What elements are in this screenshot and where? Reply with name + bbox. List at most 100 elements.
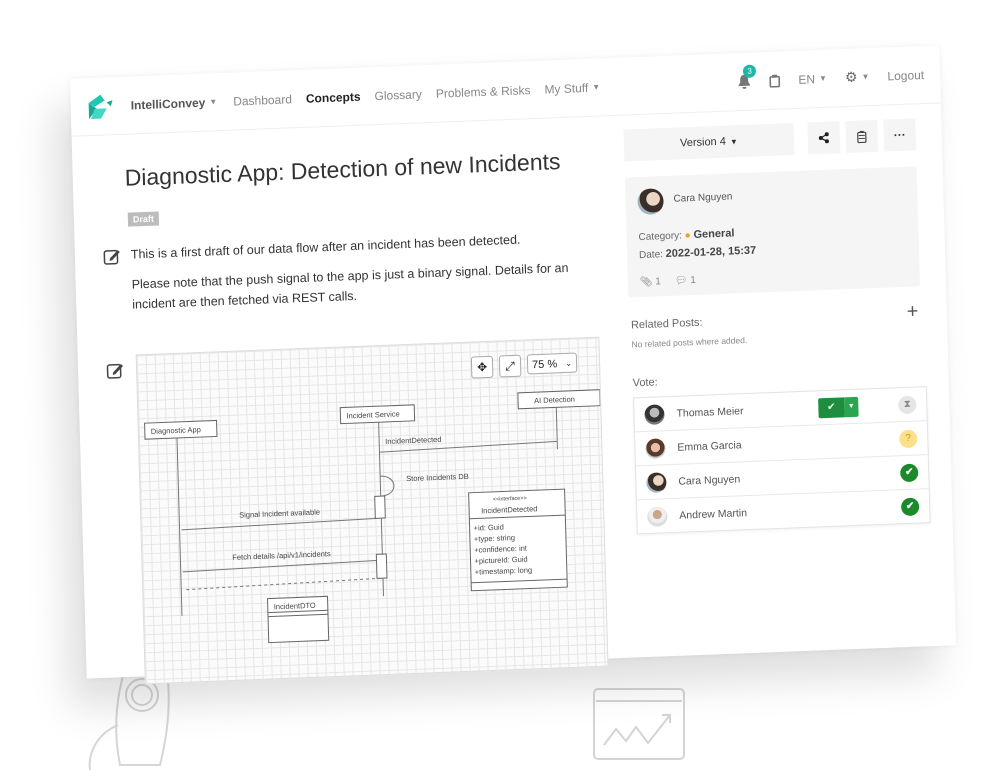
vote-status-approved: ✔: [900, 497, 920, 516]
zoom-select[interactable]: 75 % ⌄: [526, 352, 578, 375]
message-label: Store Incidents DB: [406, 472, 469, 483]
chart-illustration-icon: [593, 688, 685, 760]
post-sidebar: Version 4 ▼ ··· Cara Nguyen Category: ● …: [623, 104, 938, 657]
status-badge: Draft: [127, 211, 160, 227]
voter-avatar: [644, 403, 665, 425]
paperclip-icon: 📎︎: [639, 276, 653, 289]
date-value: 2022-01-28, 15:37: [665, 244, 757, 261]
class-field: +type: string: [474, 533, 515, 544]
message-arrow-signal: [181, 517, 378, 531]
vote-split-button: ✔ ▼: [818, 396, 859, 418]
notification-count-badge: 3: [742, 63, 757, 78]
fullscreen-button[interactable]: ⤢: [498, 354, 522, 378]
language-label: EN: [798, 71, 816, 87]
logout-link[interactable]: Logout: [887, 68, 924, 83]
expand-icon: ⤢: [505, 358, 516, 374]
attachments-value: 1: [655, 276, 662, 288]
edit-diagram-icon[interactable]: [106, 361, 124, 380]
nav-concepts-label: Concepts: [305, 89, 361, 106]
approve-button[interactable]: ✔: [818, 396, 845, 418]
related-posts-empty: No related posts where added.: [631, 334, 748, 350]
vote-list: Thomas Meier ✔ ▼ ⧗ Emma Garcia ? Cara Ng…: [633, 386, 931, 535]
check-icon: ✔: [827, 401, 836, 413]
version-dropdown[interactable]: Version 4 ▼: [623, 123, 795, 162]
brand-label: IntelliConvey: [130, 95, 206, 112]
language-dropdown[interactable]: EN ▼: [798, 71, 828, 87]
author-name[interactable]: Cara Nguyen: [673, 191, 732, 204]
description-paragraph-2: Please note that the push signal to the …: [131, 260, 569, 312]
page-title: Diagnostic App: Detection of new Inciden…: [124, 148, 561, 191]
version-label: Version 4: [679, 135, 727, 150]
archive-button[interactable]: [845, 119, 879, 154]
nav-glossary[interactable]: Glossary: [374, 87, 422, 103]
more-options-button[interactable]: ···: [883, 118, 917, 152]
vote-options-dropdown[interactable]: ▼: [844, 396, 859, 417]
nav-problems-risks[interactable]: Problems & Risks: [436, 83, 531, 101]
message-arrow-return: [183, 577, 382, 591]
nav-my-stuff-label: My Stuff: [544, 80, 589, 97]
voter-avatar: [646, 471, 667, 493]
check-icon: ✔: [905, 500, 915, 513]
nav-right: 3 EN ▼ ⚙ ▼ Logout: [737, 63, 924, 90]
author-avatar[interactable]: [637, 188, 664, 216]
chevron-down-icon: ▼: [818, 73, 828, 84]
nav-dashboard[interactable]: Dashboard: [233, 92, 292, 108]
post-content: Diagnostic App: Detection of new Inciden…: [72, 116, 635, 685]
self-message-arrow: [380, 475, 395, 497]
message-label: Fetch details /api/v1/incidents: [232, 549, 331, 562]
nav-problems-risks-label: Problems & Risks: [435, 82, 531, 101]
share-icon: [818, 132, 829, 144]
vote-status-pending: ⧗: [898, 395, 917, 414]
voter-name: Andrew Martin: [679, 506, 748, 522]
attachments-count[interactable]: 📎︎ 1: [640, 276, 661, 288]
hourglass-icon: ⧗: [903, 398, 911, 411]
post-counts: 📎︎ 1 💬︎ 1: [640, 275, 696, 288]
chevron-down-icon: ▼: [847, 402, 855, 411]
marketing-stage: IntelliConvey ▼ Dashboard Concepts Gloss…: [0, 0, 1000, 770]
nav-glossary-label: Glossary: [374, 86, 423, 103]
message-arrow-fetch: [182, 559, 381, 573]
category-emoji-icon: ●: [684, 230, 691, 242]
class-stereotype: <<interface>>: [493, 496, 527, 503]
category-row: Category: ● General: [638, 227, 734, 243]
date-row: Date: 2022-01-28, 15:37: [639, 245, 756, 261]
clipboard-icon[interactable]: [769, 73, 781, 88]
vote-title: Vote:: [632, 376, 658, 390]
voter-name: Thomas Meier: [676, 404, 744, 420]
share-button[interactable]: [807, 121, 841, 155]
class-field: +id: Guid: [474, 522, 504, 532]
message-label: IncidentDetected: [385, 435, 442, 446]
comments-count[interactable]: 💬︎ 1: [675, 275, 696, 287]
chevron-down-icon: ▼: [209, 97, 218, 107]
comment-icon: 💬︎: [674, 275, 688, 287]
vote-status-approved: ✔: [899, 463, 919, 482]
diagram-canvas[interactable]: Diagnostic App Incident Service AI Detec…: [135, 336, 609, 685]
voter-avatar: [647, 505, 668, 527]
category-label: Category:: [638, 230, 683, 244]
diagram-toolbar: ✥ ⤢ 75 % ⌄: [470, 352, 578, 379]
chevron-down-icon: ▼: [861, 72, 870, 82]
add-related-post-icon[interactable]: +: [906, 300, 918, 323]
voter-avatar: [645, 437, 666, 459]
nav-dashboard-label: Dashboard: [233, 91, 293, 109]
date-label: Date:: [638, 249, 664, 262]
nav-my-stuff[interactable]: My Stuff ▼: [544, 80, 600, 96]
move-tool-button[interactable]: ✥: [470, 355, 494, 379]
move-arrows-icon: ✥: [476, 359, 488, 375]
settings-dropdown[interactable]: ⚙ ▼: [845, 68, 870, 86]
zoom-value: 75 %: [531, 358, 558, 372]
ellipsis-icon: ···: [893, 127, 906, 143]
intelliconvey-logo-icon[interactable]: [86, 92, 113, 121]
notifications-button[interactable]: 3: [737, 63, 757, 90]
nav-concepts[interactable]: Concepts: [306, 89, 361, 105]
voter-name: Cara Nguyen: [678, 472, 741, 488]
lifeline-diagnostic-app: [176, 435, 183, 616]
voter-name: Emma Garcia: [677, 438, 742, 454]
activation-bar: [375, 553, 388, 579]
edit-icon[interactable]: [103, 247, 121, 266]
comments-value: 1: [690, 274, 697, 287]
lifeline-label: AI Detection: [534, 395, 575, 406]
chevron-down-icon: ▼: [729, 136, 738, 147]
brand-dropdown[interactable]: IntelliConvey ▼: [130, 95, 217, 112]
question-icon: ?: [905, 432, 912, 444]
